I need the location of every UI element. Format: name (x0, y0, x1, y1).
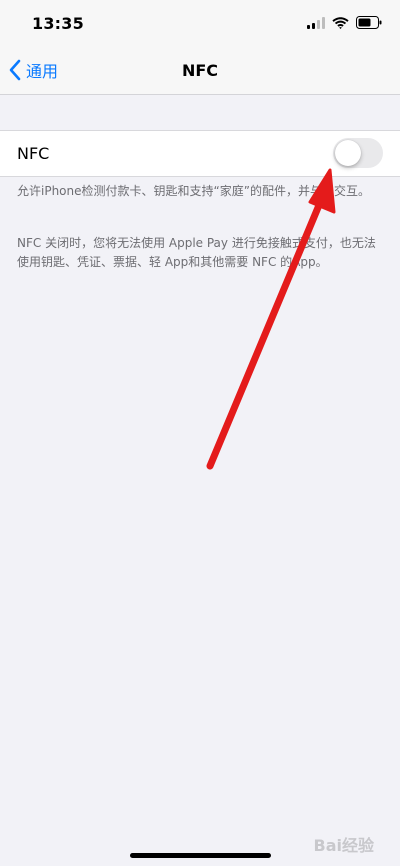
red-arrow-annotation (206, 168, 336, 470)
watermark: Bai经验 (313, 836, 374, 855)
home-indicator (130, 853, 271, 858)
